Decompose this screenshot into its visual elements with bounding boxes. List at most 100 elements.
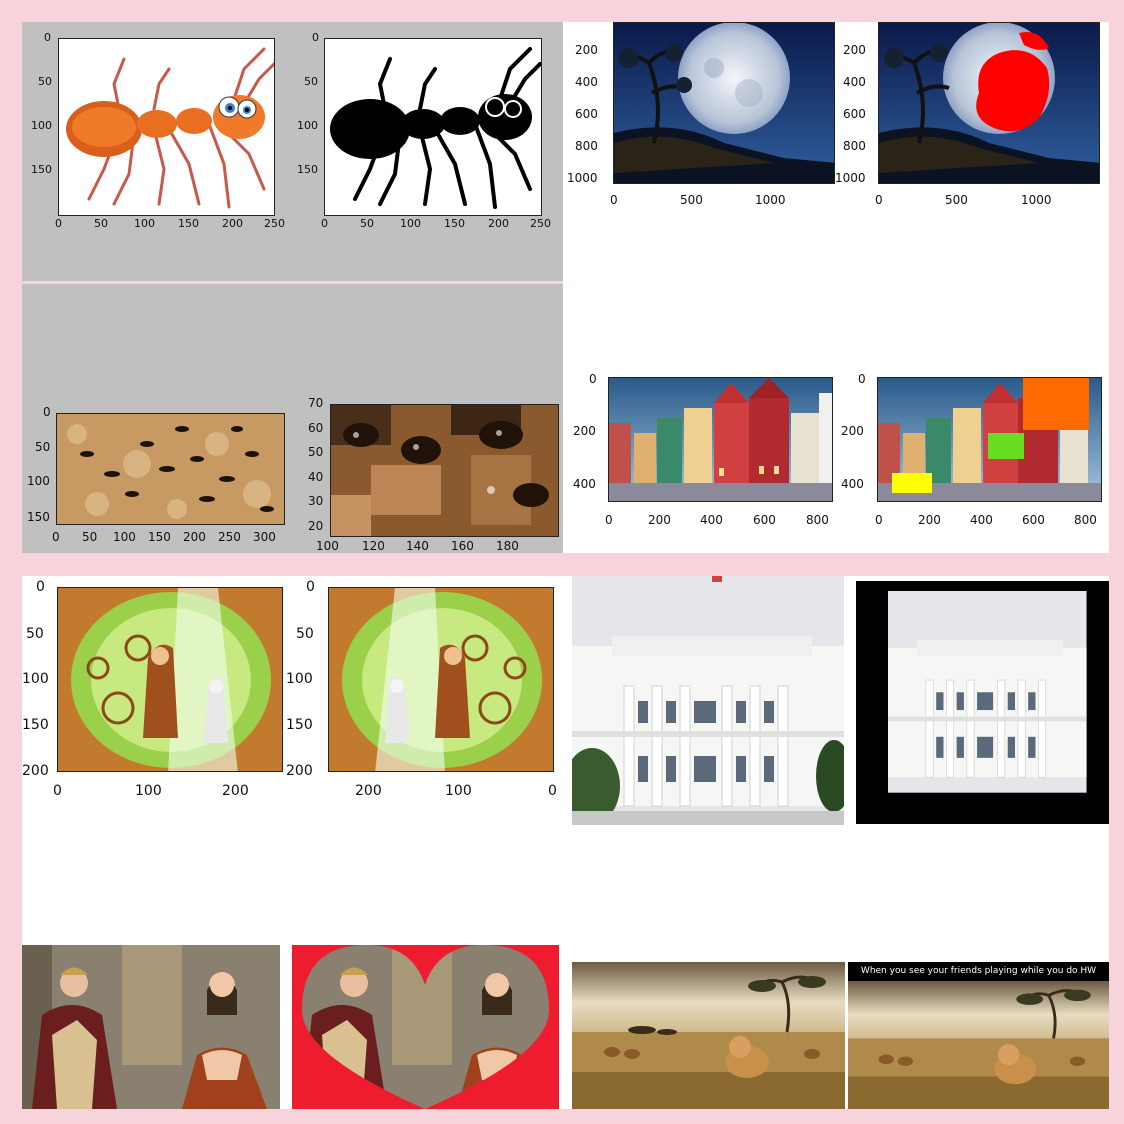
y-tick: 150	[31, 163, 52, 176]
y-tick: 150	[286, 717, 313, 733]
town-boxes-image	[878, 378, 1101, 501]
ants-on-sand-image	[57, 414, 284, 524]
whitehouse-panel	[571, 576, 1109, 941]
x-tick: 200	[918, 513, 941, 527]
y-tick: 30	[308, 494, 324, 508]
x-tick: 0	[55, 217, 62, 230]
green-box	[988, 433, 1024, 459]
y-tick: 200	[286, 763, 313, 779]
town-original-plot	[608, 377, 833, 502]
forest-illustration-image	[58, 588, 282, 771]
whitehouse-original	[572, 576, 844, 825]
x-tick: 150	[444, 217, 465, 230]
x-tick: 100	[134, 217, 155, 230]
x-tick: 100	[135, 783, 162, 799]
lion-meme-image-frame	[848, 981, 1109, 1109]
y-tick: 50	[304, 75, 318, 88]
x-tick: 0	[53, 783, 62, 799]
y-tick: 100	[27, 474, 50, 488]
x-tick: 100	[316, 539, 339, 553]
y-tick: 0	[43, 405, 51, 419]
x-tick: 100	[445, 783, 472, 799]
y-tick: 150	[22, 717, 49, 733]
x-tick: 250	[264, 217, 285, 230]
y-tick: 60	[308, 421, 324, 435]
x-tick: 300	[253, 530, 276, 544]
royal-original	[22, 945, 280, 1109]
x-tick: 0	[321, 217, 328, 230]
x-tick: 150	[148, 530, 171, 544]
lion-savanna-image	[572, 962, 845, 1109]
y-tick: 100	[286, 671, 313, 687]
y-tick: 50	[26, 626, 44, 642]
moon-panel: 200 400 600 800 1000 0 500 1000 200 400 …	[563, 22, 1109, 281]
y-tick: 150	[27, 510, 50, 524]
x-tick: 800	[806, 513, 829, 527]
royal-heart-crop	[292, 945, 559, 1109]
x-tick: 50	[360, 217, 374, 230]
x-tick: 160	[451, 539, 474, 553]
forest-flipped-plot	[328, 587, 554, 772]
y-tick: 1000	[835, 171, 866, 185]
y-tick: 200	[841, 424, 864, 438]
x-tick: 180	[496, 539, 519, 553]
yellow-box	[892, 473, 932, 493]
y-tick: 50	[35, 440, 51, 454]
x-tick: 0	[610, 193, 618, 207]
ant-panel: 0 50 100 150 0 50 100 150 200 250 0 50 1…	[22, 22, 563, 281]
whitehouse-black-border-image	[856, 581, 1109, 824]
y-tick: 0	[44, 31, 51, 44]
y-tick: 0	[858, 372, 866, 386]
y-tick: 200	[843, 43, 866, 57]
x-tick: 100	[400, 217, 421, 230]
x-tick: 200	[648, 513, 671, 527]
x-tick: 120	[362, 539, 385, 553]
ant-mask-plot	[324, 38, 542, 216]
y-tick: 400	[573, 477, 596, 491]
x-tick: 200	[222, 217, 243, 230]
moon-mask-plot	[878, 22, 1100, 184]
meme-caption: When you see your friends playing while …	[860, 966, 1097, 976]
y-tick: 600	[843, 107, 866, 121]
y-tick: 400	[841, 477, 864, 491]
ants-zoom-image	[331, 405, 558, 536]
y-tick: 200	[575, 43, 598, 57]
y-tick: 0	[306, 579, 315, 595]
lion-panel: When you see your friends playing while …	[571, 941, 1109, 1109]
y-tick: 70	[308, 396, 324, 410]
royal-heart-crop-image	[292, 945, 559, 1109]
x-tick: 50	[82, 530, 98, 544]
lion-meme-image	[848, 981, 1109, 1109]
y-tick: 50	[296, 626, 314, 642]
y-tick: 600	[575, 107, 598, 121]
x-tick: 0	[548, 783, 557, 799]
x-tick: 50	[94, 217, 108, 230]
y-tick: 100	[297, 119, 318, 132]
town-panel: 0 200 400 0 200 400 600 800 0 200 400 0 …	[563, 281, 1109, 553]
royal-panel	[22, 941, 571, 1109]
lion-meme: When you see your friends playing while …	[848, 962, 1109, 1109]
x-tick: 200	[183, 530, 206, 544]
x-tick: 1000	[755, 193, 786, 207]
orange-box	[1023, 378, 1089, 430]
y-tick: 0	[36, 579, 45, 595]
moon-image	[614, 23, 834, 183]
x-tick: 100	[113, 530, 136, 544]
y-tick: 400	[575, 75, 598, 89]
y-tick: 100	[22, 671, 49, 687]
x-tick: 200	[355, 783, 382, 799]
forest-original-plot	[57, 587, 283, 772]
forest-panel: 0 50 100 150 200 0 100 200 0 50 100 150 …	[22, 576, 571, 941]
ant-color-plot	[58, 38, 275, 216]
moon-red-mask-image	[879, 23, 1099, 183]
x-tick: 400	[700, 513, 723, 527]
y-tick: 800	[575, 139, 598, 153]
forest-flipped-image	[329, 588, 553, 771]
x-tick: 600	[753, 513, 776, 527]
y-tick: 40	[308, 470, 324, 484]
x-tick: 500	[680, 193, 703, 207]
x-tick: 250	[218, 530, 241, 544]
x-tick: 400	[970, 513, 993, 527]
x-tick: 0	[875, 193, 883, 207]
y-tick: 50	[38, 75, 52, 88]
